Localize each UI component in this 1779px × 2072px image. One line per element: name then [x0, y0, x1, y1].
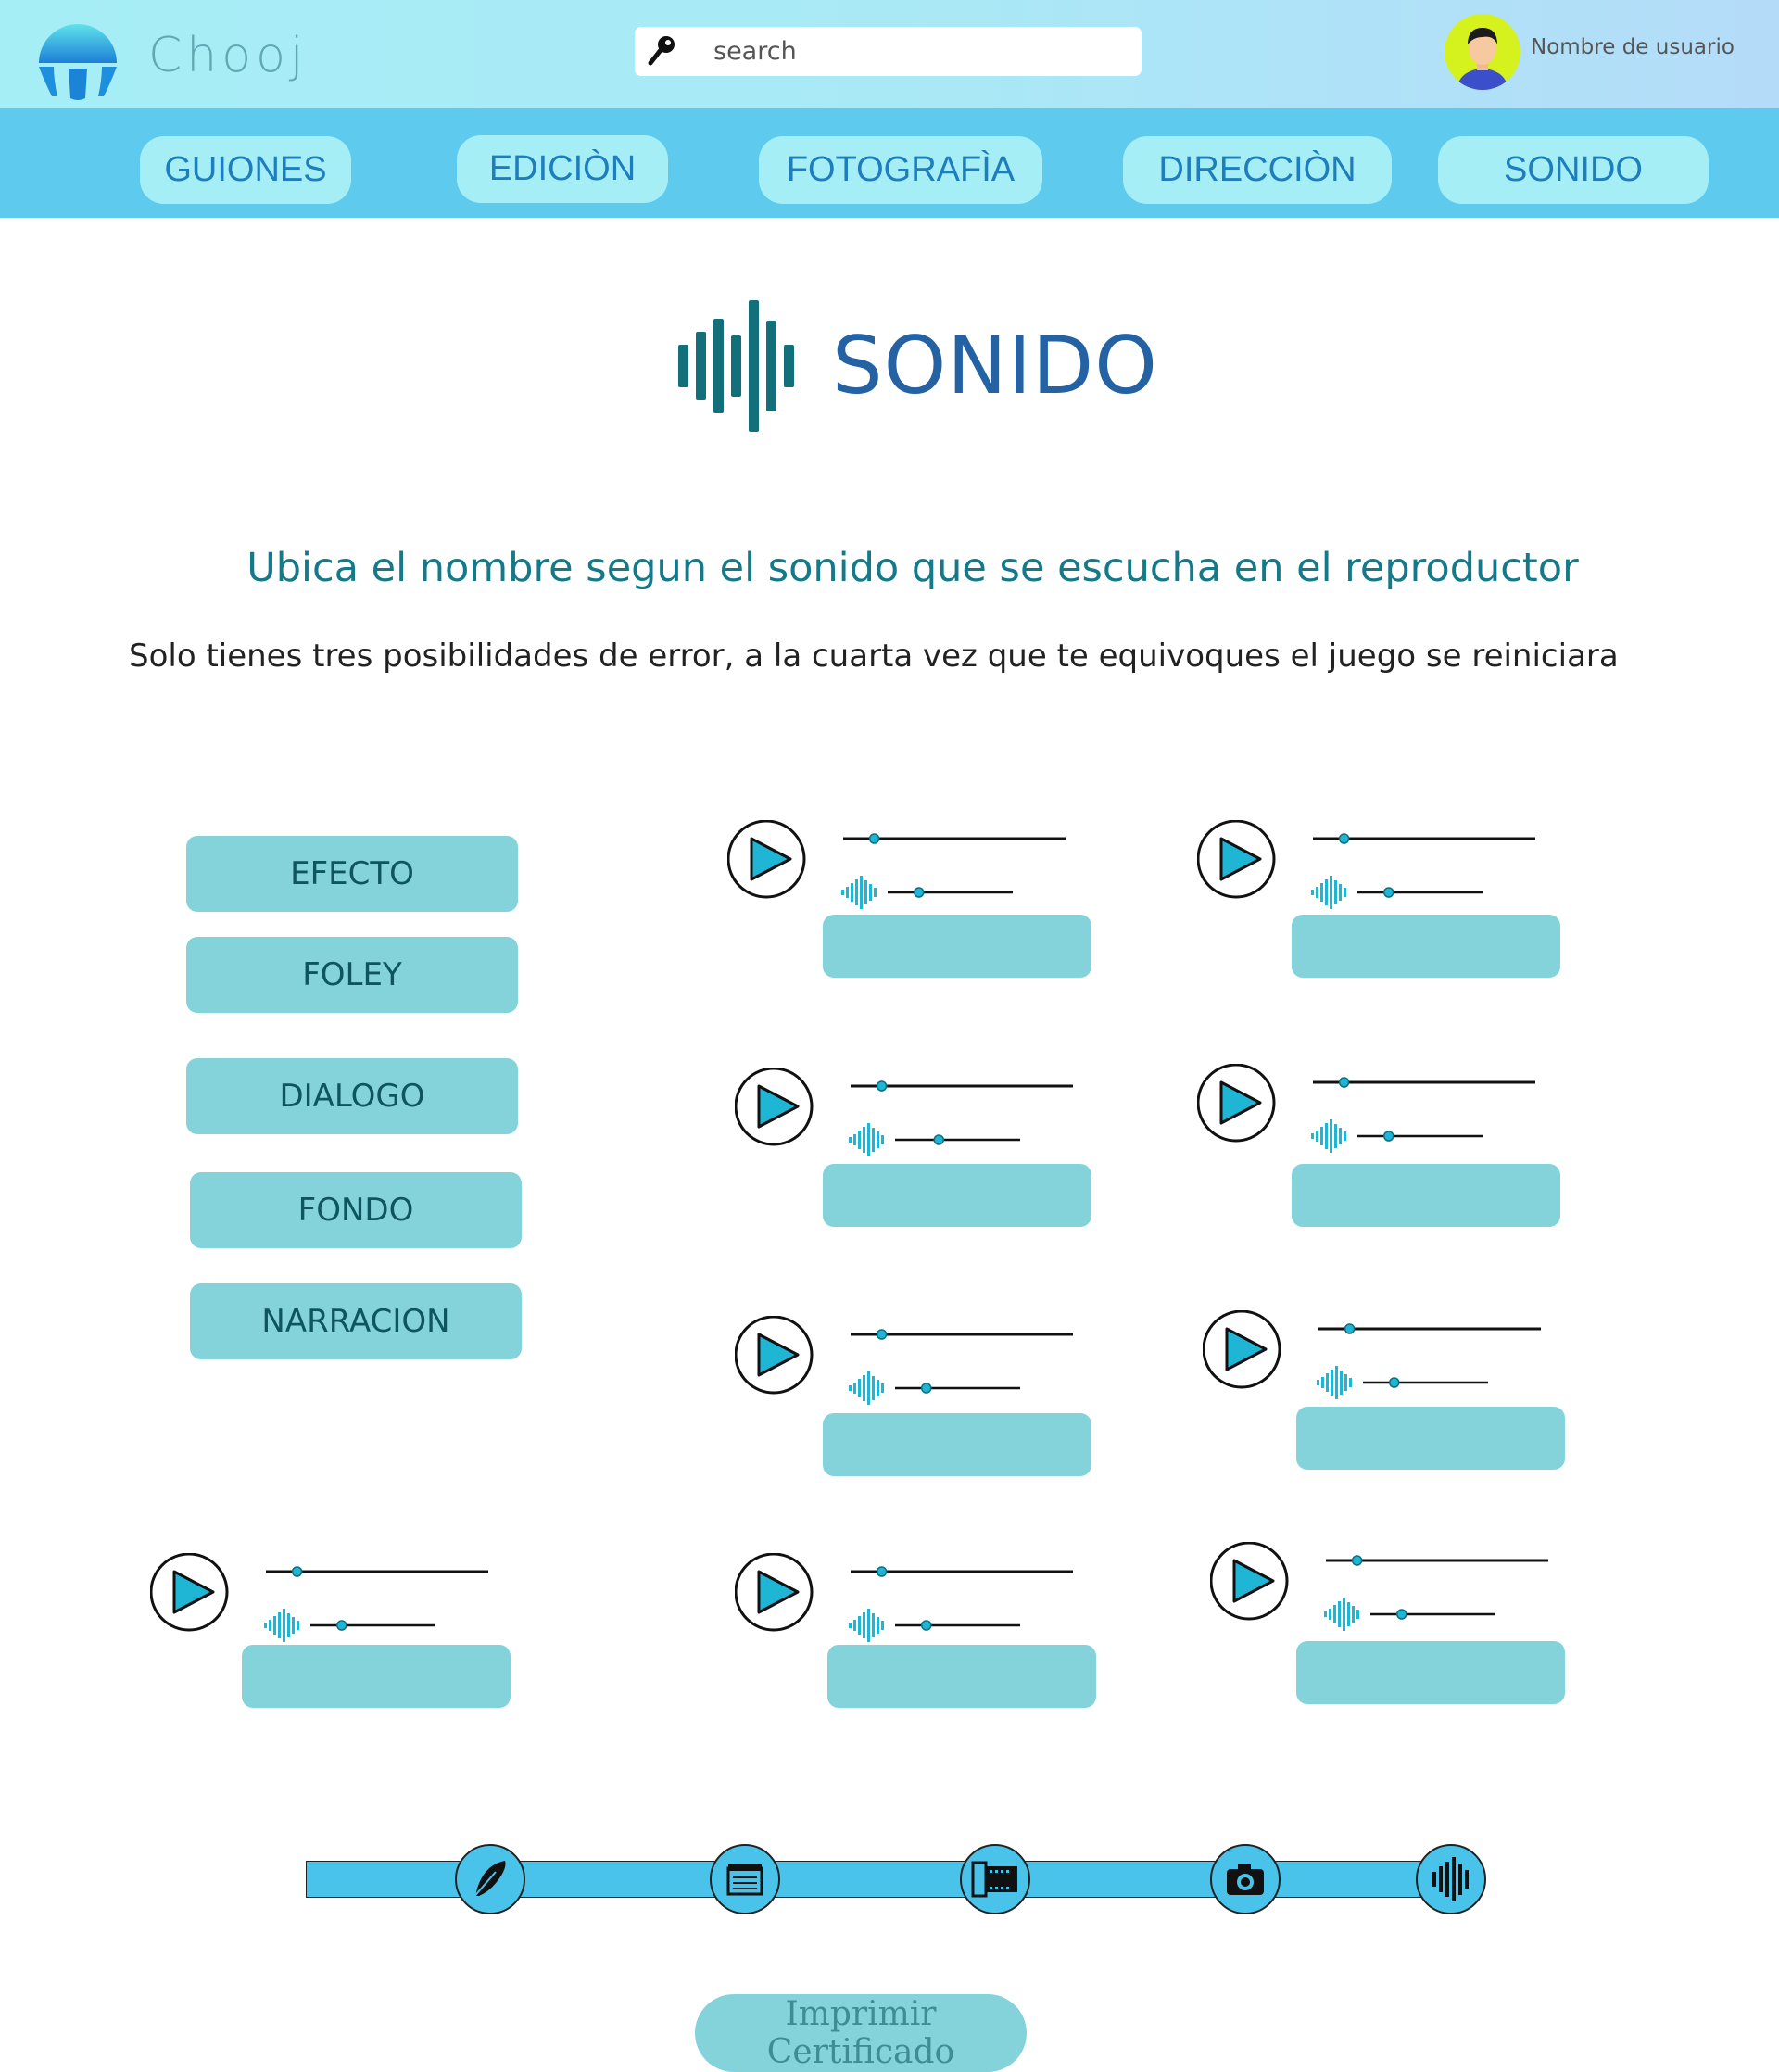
play-button[interactable] — [735, 1316, 814, 1395]
audio-player — [1203, 1310, 1541, 1399]
seek-handle[interactable] — [868, 833, 880, 844]
volume-wave-icon — [841, 876, 877, 909]
answer-drop-zone[interactable] — [827, 1645, 1096, 1708]
volume-handle[interactable] — [921, 1383, 932, 1394]
app-name: Chooj — [148, 28, 309, 83]
play-button[interactable] — [150, 1553, 229, 1632]
volume-handle[interactable] — [914, 887, 925, 898]
play-button[interactable] — [1203, 1310, 1281, 1389]
user-avatar[interactable] — [1444, 13, 1521, 91]
film-strip-icon — [971, 1861, 1017, 1898]
volume-handle[interactable] — [336, 1620, 347, 1631]
audio-player — [735, 1068, 1073, 1156]
progress-step-fotografia[interactable] — [1210, 1844, 1281, 1914]
answer-drop-zone[interactable] — [1292, 915, 1560, 978]
play-button[interactable] — [1197, 820, 1276, 899]
word-chip-narracion[interactable]: NARRACION — [190, 1283, 522, 1359]
volume-wave-icon — [1317, 1366, 1352, 1399]
volume-handle[interactable] — [933, 1134, 944, 1145]
volume-wave-icon — [264, 1609, 299, 1642]
seek-handle[interactable] — [876, 1566, 888, 1577]
answer-drop-zone[interactable] — [823, 1164, 1091, 1227]
audio-player — [735, 1316, 1073, 1405]
search-input[interactable] — [713, 31, 1121, 71]
camera-icon — [1227, 1864, 1264, 1895]
volume-wave-icon — [1311, 876, 1346, 909]
username[interactable]: Nombre de usuario — [1531, 35, 1735, 59]
print-certificate-button[interactable]: Imprimir Certificado — [695, 1994, 1027, 2072]
volume-wave-icon — [1311, 1119, 1346, 1153]
nav-sonido[interactable]: SONIDO — [1438, 136, 1709, 204]
seek-handle[interactable] — [876, 1329, 888, 1340]
seek-handle[interactable] — [1338, 833, 1350, 844]
word-chip-efecto[interactable]: EFECTO — [186, 836, 518, 912]
play-button[interactable] — [735, 1553, 814, 1632]
volume-handle[interactable] — [1396, 1609, 1407, 1620]
volume-handle[interactable] — [1389, 1377, 1400, 1388]
sound-wave-icon — [1432, 1857, 1469, 1901]
nav-edicion[interactable]: EDICIÒN — [457, 135, 668, 203]
play-button[interactable] — [1210, 1542, 1289, 1621]
volume-wave-icon — [1324, 1598, 1359, 1631]
play-button[interactable] — [727, 820, 806, 899]
progress-step-edicion[interactable] — [710, 1844, 780, 1914]
volume-handle[interactable] — [1383, 887, 1394, 898]
game-instruction: Ubica el nombre segun el sonido que se e… — [246, 545, 1579, 591]
progress-step-direccion[interactable] — [960, 1844, 1030, 1914]
game-rules: Solo tienes tres posibilidades de error,… — [129, 638, 1619, 675]
play-button[interactable] — [1197, 1064, 1276, 1143]
progress-step-guiones[interactable] — [455, 1844, 525, 1914]
answer-drop-zone[interactable] — [1296, 1407, 1565, 1470]
answer-drop-zone[interactable] — [823, 915, 1091, 978]
nav-guiones[interactable]: GUIONES — [140, 136, 351, 204]
seek-handle[interactable] — [876, 1080, 888, 1092]
seek-handle[interactable] — [1351, 1555, 1363, 1566]
category-nav: GUIONES EDICIÒN FOTOGRAFÌA DIRECCIÒN SON… — [0, 108, 1779, 218]
nav-direccion[interactable]: DIRECCIÒN — [1123, 136, 1392, 204]
progress-step-sonido[interactable] — [1416, 1844, 1486, 1914]
volume-wave-icon — [849, 1123, 884, 1156]
answer-drop-zone[interactable] — [1296, 1641, 1565, 1704]
audio-player — [1197, 1064, 1535, 1153]
play-button[interactable] — [735, 1068, 814, 1146]
word-chip-fondo[interactable]: FONDO — [190, 1172, 522, 1248]
section-title: SONIDO — [832, 320, 1158, 412]
answer-drop-zone[interactable] — [823, 1413, 1091, 1476]
seek-handle[interactable] — [1344, 1323, 1356, 1334]
feather-icon — [471, 1861, 506, 1901]
volume-wave-icon — [849, 1609, 884, 1642]
chooj-logo-icon[interactable] — [35, 17, 120, 100]
volume-wave-icon — [849, 1371, 884, 1405]
answer-drop-zone[interactable] — [242, 1645, 511, 1708]
sound-wave-icon — [678, 300, 794, 432]
audio-player — [1210, 1542, 1548, 1631]
answer-drop-zone[interactable] — [1292, 1164, 1560, 1227]
word-chip-foley[interactable]: FOLEY — [186, 937, 518, 1013]
search-icon — [648, 36, 675, 66]
nav-fotografia[interactable]: FOTOGRAFÌA — [759, 136, 1042, 204]
volume-handle[interactable] — [1383, 1131, 1394, 1142]
volume-handle[interactable] — [921, 1620, 932, 1631]
seek-handle[interactable] — [291, 1566, 303, 1577]
word-chip-dialogo[interactable]: DIALOGO — [186, 1058, 518, 1134]
seek-handle[interactable] — [1338, 1077, 1350, 1088]
clapperboard-icon — [726, 1864, 763, 1896]
